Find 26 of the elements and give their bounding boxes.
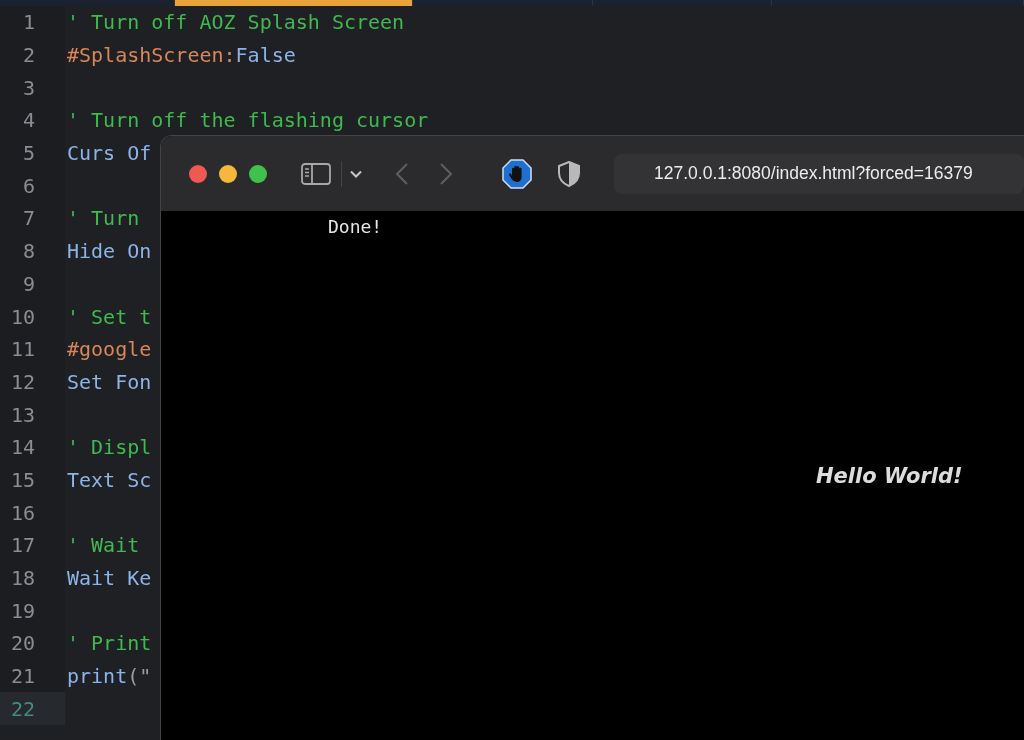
output-text: Hello World! bbox=[816, 463, 963, 490]
code-line: Set Fon bbox=[66, 368, 152, 396]
hand-stop-icon[interactable] bbox=[502, 158, 532, 189]
address-field[interactable]: 127.0.0.1:8080/index.html?forced=16379 bbox=[614, 153, 1024, 194]
code-line: #google bbox=[66, 336, 152, 364]
window-control-icon[interactable] bbox=[249, 164, 267, 183]
shield-icon[interactable] bbox=[558, 160, 580, 187]
code-line: ' Print bbox=[66, 630, 152, 658]
code-line: Hide On bbox=[66, 238, 152, 266]
window-control-icon[interactable] bbox=[219, 164, 237, 183]
output-text: Done! bbox=[328, 215, 383, 239]
code-line: Curs Of bbox=[66, 140, 152, 168]
code-line: ' Turn bbox=[66, 205, 140, 233]
code-line: #SplashScreen:False bbox=[66, 42, 296, 70]
code-line: ' Set t bbox=[66, 303, 152, 331]
code-line: ' Turn off AOZ Splash Screen bbox=[66, 9, 405, 37]
chevron-down-icon[interactable] bbox=[350, 169, 362, 178]
code-line: ' Displ bbox=[66, 434, 152, 462]
sidebar-icon[interactable] bbox=[301, 162, 331, 185]
line-number: 22 bbox=[0, 692, 65, 726]
code-line: ' Wait bbox=[66, 532, 140, 560]
code-line: Text Sc bbox=[66, 466, 152, 494]
code-line: Wait Ke bbox=[66, 565, 152, 593]
code-line: print(" bbox=[66, 663, 152, 691]
window-control-icon[interactable] bbox=[189, 164, 207, 183]
code-line: ' Turn off the flashing cursor bbox=[66, 107, 429, 135]
